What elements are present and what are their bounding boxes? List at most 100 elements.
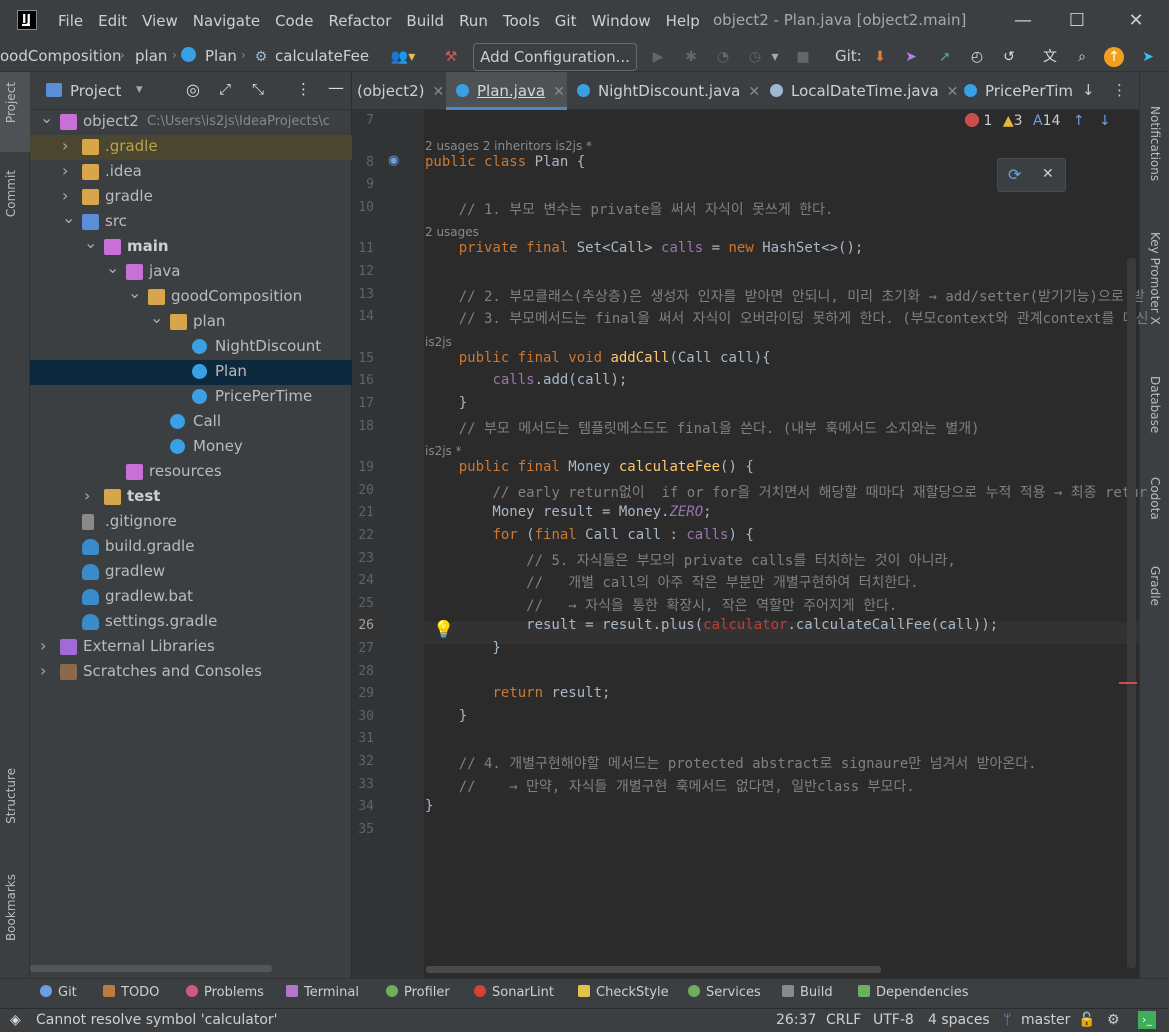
more-run-dropdown-icon[interactable]: ▾: [768, 46, 782, 68]
tool-tab-gradle[interactable]: Gradle: [1148, 566, 1162, 606]
git-push-icon[interactable]: ➚: [934, 46, 956, 68]
status-layers-icon[interactable]: ◈: [10, 1012, 21, 1028]
tree-item[interactable]: gradlew.bat: [30, 585, 352, 610]
code-line[interactable]: Money result = Money.ZERO;: [425, 504, 711, 520]
menu-edit[interactable]: Edit: [98, 12, 127, 30]
menu-tools[interactable]: Tools: [503, 12, 540, 30]
coverage-icon[interactable]: ◔: [712, 46, 734, 68]
menu-help[interactable]: Help: [666, 12, 700, 30]
close-tab-icon[interactable]: ✕: [947, 84, 959, 100]
lock-icon[interactable]: 🔓: [1078, 1012, 1095, 1028]
file-encoding[interactable]: UTF-8: [873, 1012, 914, 1028]
code-line[interactable]: for (final Call call : calls) {: [425, 527, 753, 543]
code-line[interactable]: // 부모 메서드는 템플릿메소드도 final을 쓴다. (내부 훅메서드 소…: [425, 418, 980, 438]
tree-item[interactable]: resources: [30, 460, 352, 485]
tree-item[interactable]: ⌄ java: [30, 258, 352, 285]
stop-icon[interactable]: ■: [792, 46, 814, 68]
code-line[interactable]: // early return없이 if or for을 거치면서 해당할 때마…: [425, 482, 1147, 502]
lightbulb-icon[interactable]: 💡: [433, 620, 454, 640]
menu-git[interactable]: Git: [555, 12, 577, 30]
chevron-right-icon[interactable]: ›: [62, 136, 68, 155]
reload-gradle-icon[interactable]: ⟳: [1008, 165, 1021, 184]
chevron-down-icon[interactable]: ⌄: [150, 308, 163, 327]
tool-window-profiler[interactable]: Profiler: [386, 985, 450, 1000]
tool-window-todo[interactable]: TODO: [103, 985, 159, 1000]
editor-tab-plan-java[interactable]: Plan.java ✕: [446, 72, 567, 110]
tree-item[interactable]: gradlew: [30, 560, 352, 585]
tree-item[interactable]: ⌄ main: [30, 233, 352, 260]
close-tab-icon[interactable]: ✕: [553, 84, 565, 100]
menu-run[interactable]: Run: [459, 12, 488, 30]
next-highlight-icon[interactable]: ↓: [1099, 113, 1111, 129]
tree-item[interactable]: ⌄ src: [30, 208, 352, 235]
tab-options-icon[interactable]: ⋮: [1112, 81, 1127, 99]
menu-file[interactable]: File: [58, 12, 83, 30]
translate-icon[interactable]: 文: [1039, 46, 1061, 68]
run-icon[interactable]: ▶: [647, 46, 669, 68]
chevron-down-icon[interactable]: ⌄: [106, 258, 119, 277]
menu-refactor[interactable]: Refactor: [328, 12, 391, 30]
tool-tab-project[interactable]: Project: [4, 82, 18, 123]
toolbox-app-icon[interactable]: ➤: [1137, 46, 1159, 68]
chevron-right-icon[interactable]: ›: [40, 636, 46, 655]
code-line[interactable]: result = result.plus(calculator.calculat…: [425, 617, 998, 633]
chevron-right-icon[interactable]: ›: [62, 161, 68, 180]
inlay-hint[interactable]: is2js *: [425, 444, 462, 458]
tree-item[interactable]: ⌄ plan: [30, 308, 352, 335]
breadcrumb-package[interactable]: oodComposition: [0, 47, 122, 65]
menu-build[interactable]: Build: [406, 12, 444, 30]
tool-window-checkstyle[interactable]: CheckStyle: [578, 985, 669, 1000]
tree-item[interactable]: › External Libraries: [30, 635, 352, 660]
code-line[interactable]: // → 자식을 통한 확장시, 작은 역할만 주어지게 한다.: [425, 595, 897, 615]
tree-item[interactable]: .gitignore: [30, 510, 352, 535]
editor-tab-object2[interactable]: (object2) ✕: [357, 72, 444, 110]
inlay-hint[interactable]: 2 usages 2 inheritors is2js *: [425, 139, 592, 153]
editor-tab-localdatetime-java[interactable]: LocalDateTime.java ✕: [770, 72, 958, 110]
close-tab-icon[interactable]: ✕: [748, 84, 760, 100]
menu-view[interactable]: View: [142, 12, 178, 30]
code-line[interactable]: // 3. 부모메서드는 final을 써서 자식이 오버라이딩 못하게 한다.…: [425, 308, 1149, 328]
project-horizontal-scrollbar[interactable]: [30, 965, 272, 972]
chevron-down-icon[interactable]: ⌄: [40, 108, 53, 127]
code-with-me-icon[interactable]: 👥▾: [386, 46, 420, 68]
code-line[interactable]: // 개별 call의 아주 작은 부분만 개별구현하여 터치한다.: [425, 572, 918, 592]
code-line[interactable]: return result;: [425, 685, 610, 701]
update-ide-icon[interactable]: ↑: [1104, 47, 1124, 67]
code-line[interactable]: public class Plan {: [425, 154, 585, 170]
breadcrumb-class[interactable]: Plan: [205, 47, 237, 65]
git-update-icon[interactable]: ⬇: [869, 46, 891, 68]
indent-setting[interactable]: 4 spaces: [928, 1012, 990, 1028]
tree-item[interactable]: PricePerTime: [30, 385, 352, 410]
chevron-right-icon[interactable]: ›: [40, 661, 46, 680]
code-line[interactable]: }: [425, 395, 467, 411]
chevron-down-icon[interactable]: ⌄: [62, 208, 75, 227]
close-tab-icon[interactable]: ✕: [432, 84, 444, 100]
tool-window-problems[interactable]: Problems: [186, 985, 264, 1000]
close-popup-icon[interactable]: ✕: [1042, 166, 1054, 182]
code-line[interactable]: }: [425, 708, 467, 724]
menu-navigate[interactable]: Navigate: [193, 12, 260, 30]
tree-item[interactable]: ⌄ object2 C:\Users\is2js\IdeaProjects\c: [30, 108, 352, 135]
rollback-icon[interactable]: ↺: [998, 46, 1020, 68]
tree-item[interactable]: Money: [30, 435, 352, 460]
debug-icon[interactable]: ✱: [680, 46, 702, 68]
editor-vertical-scrollbar[interactable]: [1127, 258, 1136, 968]
expand-all-icon[interactable]: ⤢: [219, 80, 231, 98]
tree-item[interactable]: ⌄ goodComposition: [30, 283, 352, 310]
chevron-right-icon[interactable]: ›: [84, 486, 90, 505]
minimize-button[interactable]: —: [1010, 8, 1036, 34]
editor-tab-pricepertime[interactable]: PricePerTim: [964, 72, 1073, 110]
breadcrumb-plan[interactable]: plan: [135, 47, 167, 65]
tree-item[interactable]: NightDiscount: [30, 335, 352, 360]
chevron-down-icon[interactable]: ⌄: [84, 233, 97, 252]
project-panel-title[interactable]: Project: [70, 82, 121, 100]
line-separator[interactable]: CRLF: [826, 1012, 861, 1028]
inspection-widget[interactable]: 1 ▲3 A14 ↑ ↓: [965, 113, 1111, 129]
previous-highlight-icon[interactable]: ↑: [1073, 113, 1085, 129]
code-line[interactable]: // 1. 부모 변수는 private을 써서 자식이 못쓰게 한다.: [425, 199, 834, 219]
tool-window-dependencies[interactable]: Dependencies: [858, 985, 969, 1000]
editor-horizontal-scrollbar[interactable]: [426, 966, 881, 973]
tree-item[interactable]: Call: [30, 410, 352, 435]
inlay-hint[interactable]: is2js: [425, 335, 452, 349]
settings-icon[interactable]: ⚙: [1107, 1012, 1120, 1028]
